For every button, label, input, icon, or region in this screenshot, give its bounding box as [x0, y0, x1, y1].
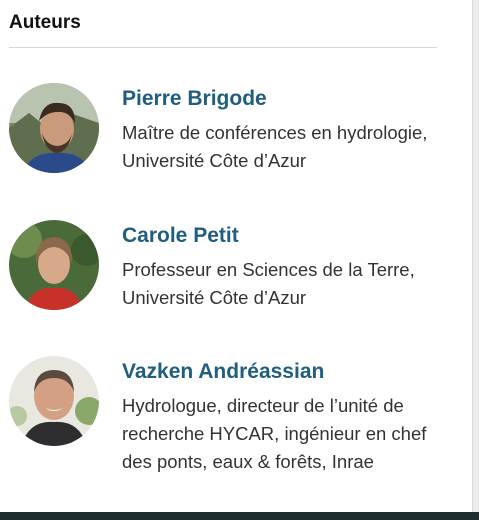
footer-bar	[0, 512, 479, 520]
author-photo[interactable]	[9, 356, 99, 446]
heading-divider	[9, 47, 437, 48]
section-heading: Auteurs	[9, 12, 81, 33]
author-name-link[interactable]: Carole Petit	[122, 224, 239, 248]
author-description: Professeur en Sciences de la Terre, Univ…	[122, 259, 415, 308]
author-description: Maître de conférences en hydrologie, Uni…	[122, 122, 428, 171]
author-name-link[interactable]: Vazken Andréassian	[122, 360, 324, 384]
scrollbar-track[interactable]	[472, 0, 479, 512]
author-description: Hydrologue, directeur de l’unité de rech…	[122, 395, 427, 472]
authors-panel: Auteurs Pierre Brigode Maître de confére…	[0, 0, 472, 512]
author-name-link[interactable]: Pierre Brigode	[122, 87, 267, 111]
author-photo[interactable]	[9, 220, 99, 310]
author-photo[interactable]	[9, 83, 99, 173]
